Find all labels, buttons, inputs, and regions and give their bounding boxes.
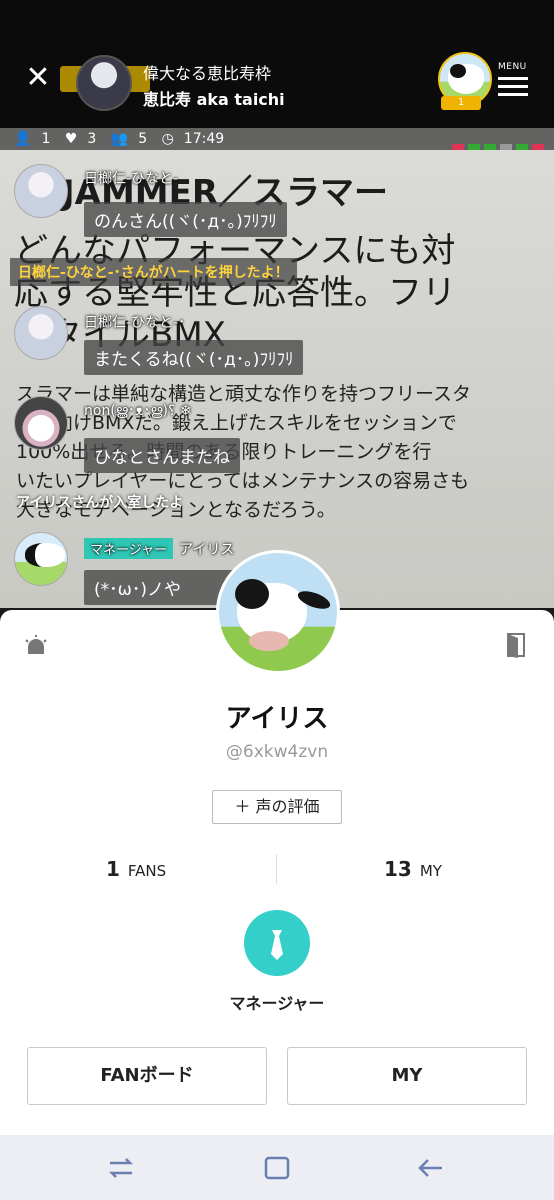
person-icon: 👤 — [14, 131, 32, 147]
profile-user-id: @6xkw4zvn — [225, 742, 329, 762]
chat-avatar[interactable] — [14, 396, 68, 450]
menu-button[interactable]: MENU — [498, 62, 538, 98]
fans-count: 5 — [138, 131, 148, 147]
chat-message: またくるね((ヾ(･д･｡)ﾌﾘﾌﾘ — [84, 340, 304, 375]
chat-avatar[interactable] — [14, 306, 68, 360]
my-button[interactable]: MY — [287, 1047, 527, 1105]
hearts-count: 3 — [87, 131, 97, 147]
clock-icon: ◷ — [161, 131, 174, 147]
profile-name: アイリス — [225, 704, 329, 734]
enter-system-message: アイリスさんが入室したよ — [16, 495, 184, 511]
home-icon[interactable] — [260, 1151, 294, 1185]
host-title: 偉大なる恵比寿枠 — [143, 64, 272, 83]
stats-divider — [276, 854, 277, 884]
chat-name: 日榔仁-ひなと-･ — [84, 315, 186, 331]
chat-name: 日榔仁-ひなと- — [84, 171, 179, 187]
color-dots — [448, 135, 544, 157]
chat-avatar[interactable] — [14, 164, 68, 218]
listeners-count: 1 — [41, 131, 51, 147]
chat-name-text: アイリス — [179, 542, 235, 558]
bg-body-2: イル向けBMXだ。鍛え上げたスキルをセッションで — [16, 412, 457, 434]
chat-avatar[interactable] — [14, 532, 68, 586]
top-listener-count: 1 — [441, 96, 481, 110]
time-text: 17:49 — [183, 131, 225, 147]
system-nav-bar — [0, 1135, 554, 1200]
fan-board-button[interactable]: FANボード — [27, 1047, 267, 1105]
heart-icon: ♥ — [64, 131, 78, 147]
chat-name: non(ൠ･ᴥ･ൠ)؟ ❄︎ — [84, 403, 192, 419]
profile-sheet: アイリス @6xkw4zvn ＋ 声の評価 1 FANS 13 MY マネージャー … — [0, 610, 554, 1135]
my-count-value: 13 — [384, 857, 412, 881]
exit-door-icon[interactable] — [506, 632, 528, 658]
role-label: マネージャー — [229, 994, 325, 1013]
profile-avatar — [216, 550, 340, 674]
top-bar: ✕ 偉大なる恵比寿枠 恵比寿 aka taichi 1 MENU — [0, 0, 554, 128]
heart-system-message: 日榔仁-ひなと-･さんがハートを押したよ！ — [10, 258, 297, 286]
chat-name: マネージャー アイリス — [84, 538, 234, 559]
host-avatar[interactable] — [76, 55, 132, 111]
chat-message: ひなとさんまたね — [84, 438, 240, 473]
role-badge: マネージャー — [84, 538, 174, 559]
close-icon[interactable]: ✕ — [22, 62, 54, 94]
menu-label: MENU — [498, 62, 527, 72]
manager-role-icon — [244, 910, 310, 976]
host-name: 恵比寿 aka taichi — [143, 90, 285, 109]
fans-stat[interactable]: 1 FANS — [106, 854, 166, 884]
my-label: MY — [419, 862, 442, 880]
stream-area: 👤 1 ♥ 3 👥 5 ◷ 17:49 JAMMER／スラマー どんなパフォーマンスにも… — [0, 128, 554, 608]
recent-apps-icon[interactable] — [104, 1151, 138, 1185]
alarm-icon[interactable] — [24, 634, 48, 658]
voice-rating-button[interactable]: ＋ 声の評価 — [212, 790, 342, 824]
fans-icon: 👥 — [110, 131, 129, 147]
fans-count-value: 1 — [106, 857, 120, 881]
stats-bar: 👤 1 ♥ 3 👥 5 ◷ 17:49 — [0, 128, 554, 150]
chat-message: (*･ω･)ノや — [84, 570, 234, 605]
fans-label: FANS — [127, 862, 167, 880]
my-stat[interactable]: 13 MY — [384, 854, 442, 884]
back-icon[interactable] — [414, 1151, 448, 1185]
chat-message: のんさん((ヾ(･д･｡)ﾌﾘﾌﾘ — [84, 202, 287, 237]
